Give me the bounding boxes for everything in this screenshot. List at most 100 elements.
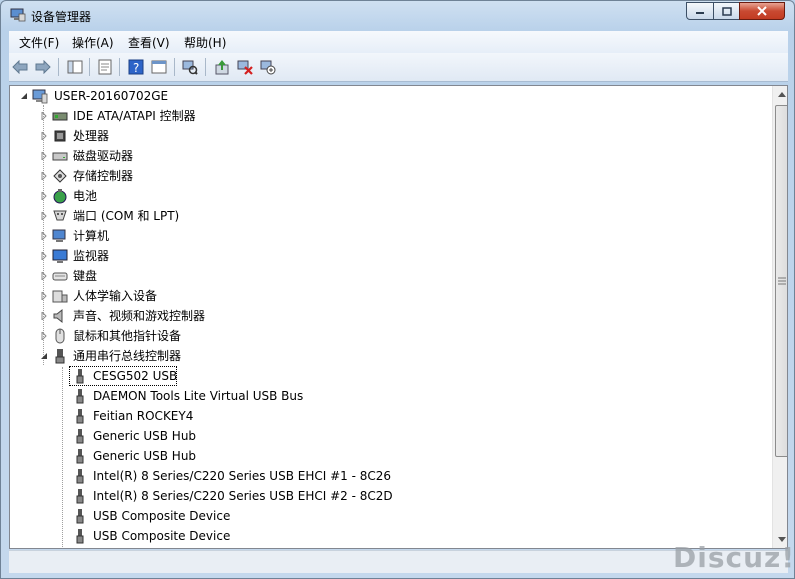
- properties-button[interactable]: [96, 58, 114, 76]
- usb-device-row[interactable]: Feitian ROCKEY4: [10, 406, 770, 426]
- expand-arrow-icon[interactable]: [40, 252, 48, 260]
- forward-icon: [35, 60, 51, 74]
- category-battery[interactable]: 电池: [10, 186, 770, 206]
- expand-arrow-icon[interactable]: [40, 332, 48, 340]
- grip-icon: [778, 277, 786, 285]
- uninstall-button[interactable]: [236, 58, 254, 76]
- category-label: IDE ATA/ATAPI 控制器: [73, 109, 196, 123]
- expand-arrow-icon[interactable]: [40, 312, 48, 320]
- usb-plug-icon: [76, 389, 84, 404]
- expand-arrow-icon[interactable]: [40, 192, 48, 200]
- category-sound-video-game[interactable]: 声音、视频和游戏控制器: [10, 306, 770, 326]
- expand-arrow-icon[interactable]: [40, 112, 48, 120]
- view-button[interactable]: [150, 58, 168, 76]
- usb-device-label: Intel(R) 8 Series/C220 Series USB EHCI #…: [93, 489, 393, 503]
- disable-button[interactable]: [259, 58, 277, 76]
- usb-device-row[interactable]: Generic USB Hub: [10, 426, 770, 446]
- category-computer[interactable]: 计算机: [10, 226, 770, 246]
- collapse-arrow-icon[interactable]: [40, 352, 48, 360]
- storage-controller-icon: [53, 169, 67, 183]
- scrollbar-thumb[interactable]: [775, 105, 787, 457]
- category-disk-drives[interactable]: 磁盘驱动器: [10, 146, 770, 166]
- menu-help[interactable]: 帮助(H): [184, 34, 226, 51]
- collapse-arrow-icon[interactable]: [20, 92, 28, 100]
- expand-arrow-icon[interactable]: [40, 232, 48, 240]
- usb-controller-icon: [55, 349, 65, 364]
- show-hide-tree-button[interactable]: [66, 58, 84, 76]
- usb-device-row-selected[interactable]: CESG502 USB: [10, 366, 770, 386]
- expand-arrow-icon[interactable]: [40, 272, 48, 280]
- usb-device-row[interactable]: Intel(R) 8 Series/C220 Series USB EHCI #…: [10, 486, 770, 506]
- usb-device-row[interactable]: Intel(R) 8 Series/C220 Series USB EHCI #…: [10, 466, 770, 486]
- scan-hardware-button[interactable]: [181, 58, 199, 76]
- usb-device-label: USB Composite Device: [93, 509, 231, 523]
- svg-text:?: ?: [133, 61, 139, 75]
- category-ide-ata-atapi[interactable]: IDE ATA/ATAPI 控制器: [10, 106, 770, 126]
- usb-device-label: Generic USB Hub: [93, 449, 197, 463]
- back-icon: [12, 60, 28, 74]
- category-ports[interactable]: 端口 (COM 和 LPT): [10, 206, 770, 226]
- keyboard-icon: [52, 272, 68, 281]
- menu-bar: 文件(F) 操作(A) 查看(V) 帮助(H): [9, 31, 788, 53]
- category-storage-controllers[interactable]: 存储控制器: [10, 166, 770, 186]
- toolbar: ?: [9, 53, 788, 82]
- expand-arrow-icon[interactable]: [40, 292, 48, 300]
- category-processor[interactable]: 处理器: [10, 126, 770, 146]
- usb-plug-icon: [76, 449, 84, 464]
- expand-arrow-icon[interactable]: [40, 212, 48, 220]
- category-keyboards[interactable]: 键盘: [10, 266, 770, 286]
- minimize-button[interactable]: [686, 2, 714, 20]
- menu-view[interactable]: 查看(V): [128, 34, 170, 51]
- toolbar-separator: [89, 58, 90, 76]
- category-mice[interactable]: 鼠标和其他指针设备: [10, 326, 770, 346]
- help-button[interactable]: ?: [127, 58, 145, 76]
- category-label: 处理器: [73, 129, 110, 143]
- title-bar[interactable]: 设备管理器: [1, 1, 794, 31]
- category-usb-controllers[interactable]: 通用串行总线控制器: [10, 346, 770, 366]
- forward-button[interactable]: [34, 58, 52, 76]
- update-driver-button[interactable]: [213, 58, 231, 76]
- toolbar-separator: [119, 58, 120, 76]
- battery-icon: [53, 189, 67, 204]
- maximize-icon: [721, 6, 732, 16]
- usb-device-row[interactable]: DAEMON Tools Lite Virtual USB Bus: [10, 386, 770, 406]
- computer-icon: [32, 89, 48, 104]
- close-button[interactable]: [739, 2, 785, 20]
- tree-root-row[interactable]: USER-20160702GE: [10, 86, 770, 106]
- vertical-scrollbar[interactable]: [772, 86, 787, 548]
- menu-file[interactable]: 文件(F): [19, 34, 59, 51]
- expand-arrow-icon[interactable]: [40, 152, 48, 160]
- category-monitors[interactable]: 监视器: [10, 246, 770, 266]
- show-hide-tree-icon: [67, 60, 83, 74]
- scroll-up-button[interactable]: [773, 86, 787, 103]
- category-label: 监视器: [73, 249, 110, 263]
- computer-icon: [52, 229, 66, 242]
- usb-device-label: CESG502 USB: [93, 369, 178, 383]
- category-hid[interactable]: 人体学输入设备: [10, 286, 770, 306]
- port-icon: [53, 210, 67, 221]
- chevron-up-icon: [777, 92, 786, 97]
- back-button[interactable]: [11, 58, 29, 76]
- processor-icon: [54, 130, 66, 142]
- scan-hardware-icon: [182, 60, 198, 75]
- disable-icon: [260, 60, 276, 75]
- usb-device-row[interactable]: Generic USB Hub: [10, 446, 770, 466]
- device-tree-view[interactable]: USER-20160702GE IDE ATA/ATAPI 控制器 处理器磁盘驱动…: [9, 85, 788, 549]
- usb-device-row[interactable]: USB Composite Device: [10, 506, 770, 526]
- category-label: 端口 (COM 和 LPT): [73, 209, 180, 223]
- usb-plug-icon: [76, 489, 84, 504]
- category-label: 计算机: [73, 229, 110, 243]
- expand-arrow-icon[interactable]: [40, 132, 48, 140]
- category-label: 电池: [73, 189, 98, 203]
- toolbar-separator: [205, 58, 206, 76]
- sound-icon: [53, 308, 63, 324]
- expand-arrow-icon[interactable]: [40, 172, 48, 180]
- usb-device-label: DAEMON Tools Lite Virtual USB Bus: [93, 389, 304, 403]
- usb-device-row[interactable]: USB Composite Device: [10, 526, 770, 546]
- close-icon: [757, 6, 767, 16]
- maximize-button[interactable]: [713, 2, 740, 20]
- usb-device-label: Generic USB Hub: [93, 429, 197, 443]
- device-manager-app-icon: [10, 8, 26, 22]
- disk-drive-icon: [52, 152, 68, 161]
- menu-action[interactable]: 操作(A): [72, 34, 114, 51]
